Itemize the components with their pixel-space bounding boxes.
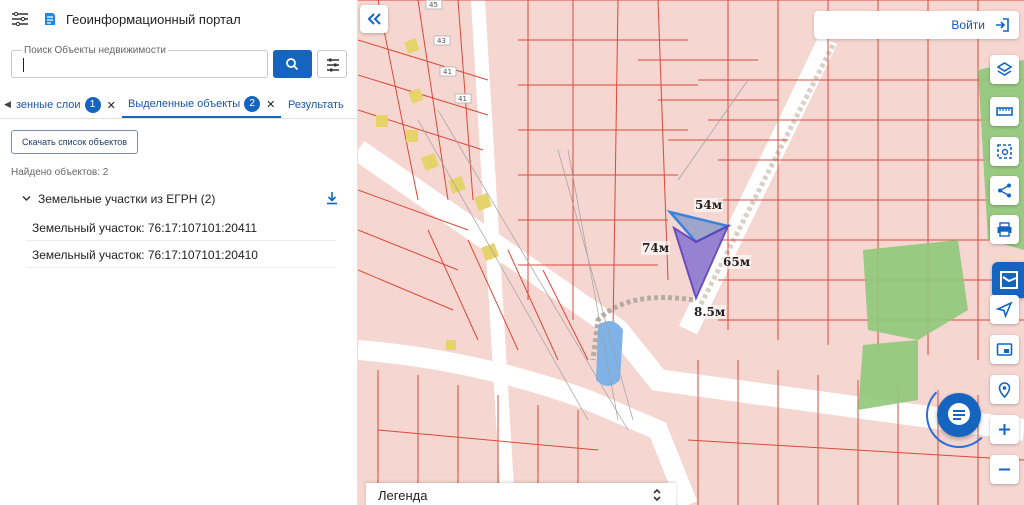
location-pin-button[interactable] [990, 375, 1019, 404]
tab-badge: 2 [244, 96, 261, 112]
zoom-out-icon [999, 468, 1010, 471]
found-count: Найдено объектов: 2 [11, 167, 109, 178]
tab-results[interactable]: Результать [288, 92, 344, 118]
login-icon [996, 18, 1009, 32]
tab-layers[interactable]: зенные слои 1 ✕ [16, 92, 116, 118]
card-icon [996, 343, 1013, 356]
header: Геоинформационный портал [0, 0, 358, 40]
house-number: 41 [458, 95, 467, 103]
map-canvas[interactable]: 45 43 41 41 54м 74м 65м 8.5м [358, 0, 1024, 505]
sidebar: Геоинформационный портал Поиск Объекты н… [0, 0, 358, 505]
zoom-in-icon [999, 424, 1010, 435]
search-label: Поиск Объекты недвижимости [22, 45, 168, 56]
chat-button[interactable] [937, 393, 981, 437]
list-item-label: Земельный участок: 76:17:107101:20410 [32, 248, 258, 262]
legend-panel[interactable]: Легенда [366, 483, 676, 505]
map-app-icon [1000, 271, 1018, 289]
list-item[interactable]: Земельный участок: 76:17:107101:20410 [26, 241, 336, 268]
tab-label: Выделенные объекты [128, 98, 241, 110]
tab-label: зенные слои [16, 99, 81, 111]
login-label: Войти [951, 18, 985, 32]
zoom-out-button[interactable] [990, 455, 1019, 484]
logo-icon [45, 13, 55, 25]
cadastral-map: 45 43 41 41 [358, 0, 1024, 505]
download-icon[interactable] [326, 191, 338, 205]
filter-icon [327, 58, 339, 72]
layers-icon [996, 62, 1013, 76]
map-app-button[interactable] [992, 262, 1024, 298]
tab-label: Результать [288, 99, 344, 111]
print-button[interactable] [990, 215, 1019, 244]
search-icon [286, 58, 299, 71]
measurement-label: 54м [694, 198, 724, 212]
legend-label: Легенда [378, 488, 428, 503]
result-group[interactable]: Земельные участки из ЕГРН (2) [22, 190, 348, 210]
print-icon [997, 222, 1012, 237]
app: Геоинформационный портал Поиск Объекты н… [0, 0, 1024, 505]
zoom-in-button[interactable] [990, 415, 1019, 444]
download-list-button[interactable]: Скачать список объектов [11, 130, 138, 154]
list-item[interactable]: Земельный участок: 76:17:107101:20411 [26, 214, 336, 241]
tab-scroll-left-icon[interactable]: ◀ [4, 99, 11, 110]
close-icon[interactable]: ✕ [266, 98, 275, 111]
navigate-button[interactable] [990, 295, 1019, 324]
house-number: 45 [429, 1, 438, 9]
app-title: Геоинформационный портал [66, 12, 241, 27]
ruler-button[interactable] [990, 97, 1019, 126]
measurement-label: 74м [641, 241, 671, 255]
tab-bar: ◀ зенные слои 1 ✕ Выделенные объекты 2 ✕… [0, 92, 358, 118]
tab-badge: 1 [84, 97, 101, 113]
collapse-sidebar-button[interactable] [360, 5, 388, 33]
expand-icon[interactable] [652, 487, 662, 503]
ruler-icon [996, 107, 1013, 116]
layers-button[interactable] [990, 55, 1019, 84]
filter-button[interactable] [317, 50, 347, 78]
select-area-icon [997, 144, 1012, 159]
navigate-icon [996, 301, 1013, 318]
share-button[interactable] [990, 176, 1019, 205]
house-number: 41 [443, 68, 452, 76]
chat-icon [948, 403, 970, 425]
select-area-button[interactable] [990, 137, 1019, 166]
menu-icon[interactable] [11, 11, 29, 27]
search-button[interactable] [273, 50, 312, 78]
double-chevron-left-icon [367, 13, 381, 25]
house-number: 43 [437, 37, 446, 45]
group-label: Земельные участки из ЕГРН (2) [38, 192, 216, 206]
login-button[interactable]: Войти [814, 11, 1019, 39]
chevron-down-icon[interactable] [22, 194, 31, 203]
close-icon[interactable]: ✕ [107, 99, 116, 112]
card-button[interactable] [990, 335, 1019, 364]
measurement-label: 8.5м [693, 305, 727, 319]
location-pin-icon [998, 382, 1011, 398]
divider [0, 118, 358, 119]
measurement-label: 65м [722, 255, 752, 269]
share-icon [998, 183, 1011, 198]
tab-selected-objects[interactable]: Выделенные объекты 2 ✕ [122, 92, 282, 118]
text-caret [23, 58, 24, 72]
list-item-label: Земельный участок: 76:17:107101:20411 [32, 221, 258, 235]
search-input[interactable]: Поиск Объекты недвижимости [11, 45, 268, 78]
